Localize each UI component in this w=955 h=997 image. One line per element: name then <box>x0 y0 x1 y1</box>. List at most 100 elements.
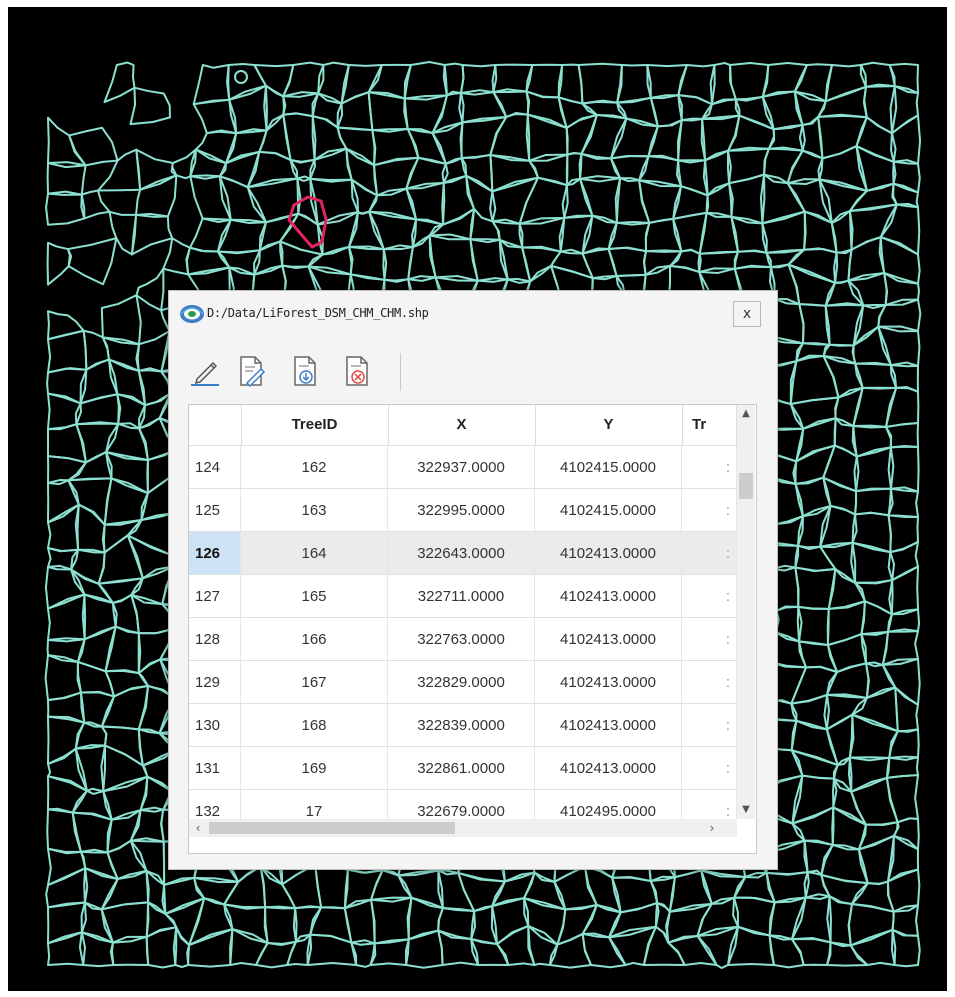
tree-crown-polygon[interactable] <box>826 662 870 699</box>
tree-crown-polygon[interactable] <box>877 325 921 367</box>
tree-crown-polygon[interactable] <box>46 162 87 196</box>
tree-crown-polygon[interactable] <box>406 896 444 941</box>
tree-crown-polygon[interactable] <box>825 941 869 967</box>
vertical-scrollbar[interactable]: ▲ ▼ <box>737 405 755 819</box>
tree-crown-polygon[interactable] <box>403 61 448 100</box>
tree-crown-polygon[interactable] <box>518 216 566 253</box>
tree-crown-polygon[interactable] <box>370 896 413 945</box>
column-header-y[interactable]: Y <box>535 405 683 445</box>
tree-crown-polygon[interactable] <box>577 62 623 105</box>
tree-crown-polygon[interactable] <box>45 867 89 909</box>
tree-crown-polygon[interactable] <box>491 897 530 946</box>
cell-tr[interactable]: : <box>682 446 737 489</box>
scroll-left-arrow-icon[interactable]: ‹ <box>189 819 207 837</box>
tree-crown-polygon[interactable] <box>881 657 921 706</box>
row-number[interactable]: 124 <box>189 446 241 489</box>
row-number[interactable]: 126 <box>189 532 241 575</box>
tree-crown-polygon[interactable] <box>761 210 807 254</box>
tree-crown-polygon[interactable] <box>311 92 343 129</box>
tree-crown-polygon[interactable] <box>286 933 312 966</box>
row-number[interactable]: 127 <box>189 575 241 618</box>
save-document-icon[interactable] <box>287 353 323 389</box>
tree-crown-polygon[interactable] <box>885 774 919 824</box>
tree-crown-polygon[interactable] <box>791 774 835 825</box>
cell-y[interactable]: 4102413.0000 <box>535 747 682 790</box>
tree-crown-polygon[interactable] <box>825 693 868 731</box>
tree-crown-polygon[interactable] <box>431 121 464 165</box>
tree-crown-polygon[interactable] <box>437 906 477 941</box>
tree-crown-polygon[interactable] <box>47 479 80 524</box>
tree-crown-polygon[interactable] <box>336 126 376 167</box>
tree-crown-polygon[interactable] <box>819 504 857 548</box>
tree-crown-polygon[interactable] <box>234 70 248 84</box>
row-number[interactable]: 125 <box>189 489 241 532</box>
table-row[interactable]: 132 17 322679.0000 4102495.0000 : <box>189 789 737 820</box>
tree-crown-polygon[interactable] <box>817 85 868 119</box>
tree-crown-polygon[interactable] <box>216 218 268 254</box>
cell-y[interactable]: 4102415.0000 <box>535 446 682 489</box>
table-row[interactable]: 124 162 322937.0000 4102415.0000 : <box>189 445 737 489</box>
tree-crown-polygon[interactable] <box>309 147 353 182</box>
cell-y[interactable]: 4102413.0000 <box>535 532 682 575</box>
horizontal-scroll-thumb[interactable] <box>209 822 455 834</box>
cell-treeid[interactable]: 166 <box>241 618 388 661</box>
tree-crown-polygon[interactable] <box>890 565 919 616</box>
tree-crown-polygon[interactable] <box>790 749 839 780</box>
tree-crown-polygon[interactable] <box>819 541 857 584</box>
tree-crown-polygon[interactable] <box>803 839 834 877</box>
tree-crown-polygon[interactable] <box>491 63 534 94</box>
tree-crown-polygon[interactable] <box>292 905 323 943</box>
tree-crown-polygon[interactable] <box>489 111 531 162</box>
cell-tr[interactable]: : <box>682 790 737 820</box>
tree-crown-polygon[interactable] <box>734 95 775 131</box>
cell-y[interactable]: 4102413.0000 <box>535 618 682 661</box>
table-row-selected[interactable]: 126 164 322643.0000 4102413.0000 : <box>189 531 737 575</box>
tree-crown-polygon[interactable] <box>192 64 231 106</box>
tree-crown-polygon[interactable] <box>728 173 766 225</box>
tree-crown-polygon[interactable] <box>609 117 659 160</box>
tree-crown-polygon[interactable] <box>47 546 80 571</box>
tree-crown-polygon[interactable] <box>47 691 86 724</box>
tree-crown-polygon[interactable] <box>491 176 539 225</box>
row-number[interactable]: 131 <box>189 747 241 790</box>
cell-x[interactable]: 322829.0000 <box>388 661 535 704</box>
tree-crown-polygon[interactable] <box>732 896 776 937</box>
cell-y[interactable]: 4102495.0000 <box>535 790 682 820</box>
tree-crown-polygon[interactable] <box>642 925 686 966</box>
cell-treeid[interactable]: 164 <box>241 532 388 575</box>
tree-crown-polygon[interactable] <box>677 117 707 164</box>
tree-crown-polygon[interactable] <box>791 806 835 846</box>
cell-y[interactable]: 4102413.0000 <box>535 704 682 747</box>
tree-crown-polygon[interactable] <box>884 386 920 428</box>
tree-crown-polygon[interactable] <box>68 126 119 167</box>
tree-crown-polygon[interactable] <box>759 173 806 225</box>
table-row[interactable]: 131 169 322861.0000 4102413.0000 : <box>189 746 737 790</box>
tree-crown-polygon[interactable] <box>793 90 827 126</box>
tree-crown-polygon[interactable] <box>563 177 594 219</box>
tree-crown-polygon[interactable] <box>789 354 840 406</box>
tree-crown-polygon[interactable] <box>97 148 142 192</box>
tree-crown-polygon[interactable] <box>787 248 839 284</box>
tree-crown-polygon[interactable] <box>616 64 652 104</box>
tree-crown-polygon[interactable] <box>767 123 804 152</box>
tree-crown-polygon[interactable] <box>887 514 919 554</box>
tree-crown-polygon[interactable] <box>854 487 894 517</box>
tree-crown-polygon[interactable] <box>135 148 178 191</box>
tree-crown-polygon[interactable] <box>854 579 894 616</box>
tree-crown-polygon[interactable] <box>145 926 178 969</box>
delete-document-icon[interactable] <box>339 353 375 389</box>
tree-crown-polygon[interactable] <box>194 130 238 165</box>
row-number[interactable]: 128 <box>189 618 241 661</box>
tree-crown-polygon[interactable] <box>47 747 88 792</box>
close-button[interactable]: x <box>733 301 761 327</box>
vertical-scroll-thumb[interactable] <box>739 473 753 499</box>
tree-crown-polygon[interactable] <box>135 174 178 218</box>
tree-crown-polygon[interactable] <box>47 329 88 374</box>
tree-crown-polygon[interactable] <box>350 178 379 215</box>
tree-crown-polygon[interactable] <box>774 605 801 643</box>
tree-crown-polygon[interactable] <box>849 928 897 966</box>
cell-x[interactable]: 322763.0000 <box>388 618 535 661</box>
scroll-up-arrow-icon[interactable]: ▲ <box>737 405 755 423</box>
cell-tr[interactable]: : <box>682 747 737 790</box>
cell-x[interactable]: 322711.0000 <box>388 575 535 618</box>
